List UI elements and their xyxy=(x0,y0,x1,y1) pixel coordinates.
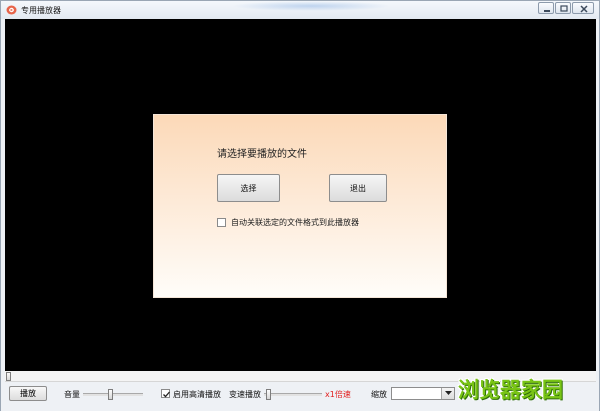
player-window: 专用播放器 请选择要播放的文件 选择 退出 自动关联选定的文件格式到此播放器 播… xyxy=(0,0,600,411)
media-player-app-icon xyxy=(6,5,17,15)
zoom-label: 缩放 xyxy=(371,390,387,399)
speed-label: 变速播放 xyxy=(229,390,261,399)
speed-slider[interactable] xyxy=(264,389,322,400)
maximize-icon xyxy=(560,5,568,12)
chevron-down-icon xyxy=(445,391,452,395)
maximize-button[interactable] xyxy=(555,2,571,14)
title-bar-glare xyxy=(231,1,391,11)
volume-handle[interactable] xyxy=(108,389,113,400)
hd-playback-label: 启用高清播放 xyxy=(173,390,221,399)
exit-button[interactable]: 退出 xyxy=(329,174,387,202)
open-file-panel: 请选择要播放的文件 选择 退出 自动关联选定的文件格式到此播放器 xyxy=(153,114,447,298)
checkmark-icon xyxy=(163,391,170,398)
volume-slider[interactable] xyxy=(83,389,143,400)
open-file-prompt: 请选择要播放的文件 xyxy=(217,149,307,160)
zoom-dropdown[interactable] xyxy=(391,387,455,400)
hd-playback-checkbox[interactable] xyxy=(161,389,170,398)
watermark-text: 浏览器家园 xyxy=(458,378,563,402)
close-icon xyxy=(580,5,588,13)
select-file-button[interactable]: 选择 xyxy=(217,174,280,202)
speed-handle[interactable] xyxy=(266,389,271,400)
window-title: 专用播放器 xyxy=(21,6,61,15)
seek-handle[interactable] xyxy=(6,372,11,381)
volume-label: 音量 xyxy=(64,390,80,399)
associate-formats-label: 自动关联选定的文件格式到此播放器 xyxy=(231,218,359,227)
associate-formats-option[interactable]: 自动关联选定的文件格式到此播放器 xyxy=(217,217,359,228)
associate-formats-checkbox[interactable] xyxy=(217,218,226,227)
minimize-button[interactable] xyxy=(538,2,554,14)
zoom-dropdown-button[interactable] xyxy=(441,388,454,399)
minimize-icon xyxy=(544,10,550,12)
volume-track xyxy=(83,393,143,396)
close-button[interactable] xyxy=(572,2,594,14)
play-button[interactable]: 播放 xyxy=(9,386,47,401)
speed-track xyxy=(264,393,322,396)
title-bar[interactable]: 专用播放器 xyxy=(1,1,599,19)
speed-value: x1倍速 xyxy=(325,390,351,399)
